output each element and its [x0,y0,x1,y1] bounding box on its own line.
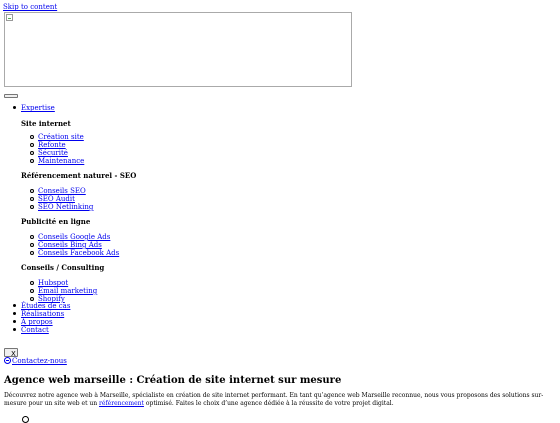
list-bullet [13,312,16,315]
nav-group-title: Publicité en ligne [21,217,91,226]
contact-circle-icon [4,357,11,364]
list-bullet [30,205,34,209]
list-bullet [30,289,34,293]
list-bullet [13,320,16,323]
nav-item-securite[interactable]: Sécurité [38,149,68,157]
list-bullet [13,106,16,109]
list-bullet [30,251,34,255]
nav-item-hubspot[interactable]: Hubspot [38,279,68,287]
nav-item-seo-audit[interactable]: SEO Audit [38,195,75,203]
list-bullet [30,135,34,139]
menu-toggle-button[interactable] [4,94,18,98]
list-bullet [30,189,34,193]
list-bullet [30,143,34,147]
nav-item-facebook-ads[interactable]: Conseils Facebook Ads [38,249,119,257]
intro-paragraph: Découvrez notre agence web à Marseille, … [4,392,556,408]
nav-item-creation-site[interactable]: Création site [38,133,84,141]
nav-item-seo-netlinking[interactable]: SEO Netlinking [38,203,93,211]
list-bullet [30,243,34,247]
list-bullet [13,304,16,307]
nav-group-title: Site internet [21,119,71,128]
nav-a-propos[interactable]: À propos [21,318,53,326]
nav-contact[interactable]: Contact [21,326,49,334]
nav-item-bing-ads[interactable]: Conseils Bing Ads [38,241,102,249]
list-bullet [30,297,34,301]
page-title: Agence web marseille : Création de site … [4,375,342,386]
nav-item-conseils-seo[interactable]: Conseils SEO [38,187,86,195]
close-menu-button[interactable]: X [4,348,18,358]
contact-us-link[interactable]: Contactez-nous [12,357,67,365]
nav-group-title: Référencement naturel - SEO [21,171,137,180]
nav-group-title: Conseils / Consulting [21,263,105,272]
list-bullet [30,281,34,285]
nav-item-email-marketing[interactable]: Email marketing [38,287,97,295]
list-bullet [13,328,16,331]
list-bullet [30,235,34,239]
nav-etudes-de-cas[interactable]: Études de cas [21,302,70,310]
broken-image-icon [6,14,13,21]
list-bullet [30,151,34,155]
nav-item-google-ads[interactable]: Conseils Google Ads [38,233,110,241]
site-logo[interactable] [4,12,352,87]
referencement-link[interactable]: référencement [99,400,144,407]
nav-item-refonte[interactable]: Refonte [38,141,66,149]
intro-text-end: optimisé. Faites le choix d’une agence d… [143,400,394,407]
list-bullet [30,159,34,163]
nav-expertise[interactable]: Expertise [21,104,55,112]
skip-to-content-link[interactable]: Skip to content [3,3,57,11]
nav-item-maintenance[interactable]: Maintenance [38,157,84,165]
list-bullet [30,197,34,201]
nav-realisations[interactable]: Réalisations [21,310,64,318]
